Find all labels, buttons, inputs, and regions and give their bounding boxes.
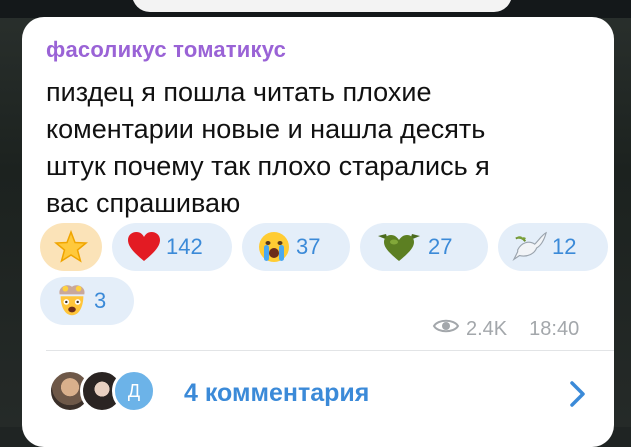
- message-time: 18:40: [529, 318, 579, 341]
- star-icon: [53, 229, 89, 265]
- comments-button[interactable]: Д 4 комментария: [22, 353, 614, 447]
- previous-message-edge: [0, 0, 631, 18]
- message-meta: 2.4K 18:40: [432, 317, 579, 341]
- reaction-red-heart[interactable]: 142: [112, 223, 232, 271]
- previous-message-bubble[interactable]: [132, 0, 512, 12]
- view-count: 2.4K: [466, 318, 507, 341]
- reaction-green-heart[interactable]: 27: [360, 223, 488, 271]
- crying-face-icon: [256, 229, 292, 265]
- reaction-count: 12: [552, 234, 576, 260]
- reaction-exploding-head[interactable]: 3: [40, 277, 134, 325]
- eye-icon: [432, 317, 460, 341]
- reaction-count: 27: [428, 234, 452, 260]
- reaction-dove[interactable]: 12: [498, 223, 608, 271]
- dove-icon: [512, 229, 548, 265]
- reaction-crying-face[interactable]: 37: [242, 223, 350, 271]
- sender-name[interactable]: фасоликус томатикус: [46, 37, 286, 63]
- green-heart-icon: [374, 229, 424, 265]
- message-text: пиздец я пошла читать плохие коментарии …: [46, 74, 586, 222]
- reaction-count: 3: [94, 288, 106, 314]
- reaction-count: 37: [296, 234, 320, 260]
- reaction-star[interactable]: [40, 223, 102, 271]
- avatar: Д: [112, 369, 156, 413]
- chevron-right-icon: [564, 379, 590, 409]
- message-bubble[interactable]: фасоликус томатикус пиздец я пошла читат…: [22, 17, 614, 447]
- avatar-letter: Д: [128, 381, 140, 402]
- comments-count-label: 4 комментария: [184, 379, 369, 408]
- divider: [46, 350, 614, 351]
- reaction-count: 142: [166, 234, 203, 260]
- exploding-head-icon: [54, 283, 90, 319]
- red-heart-icon: [126, 229, 162, 265]
